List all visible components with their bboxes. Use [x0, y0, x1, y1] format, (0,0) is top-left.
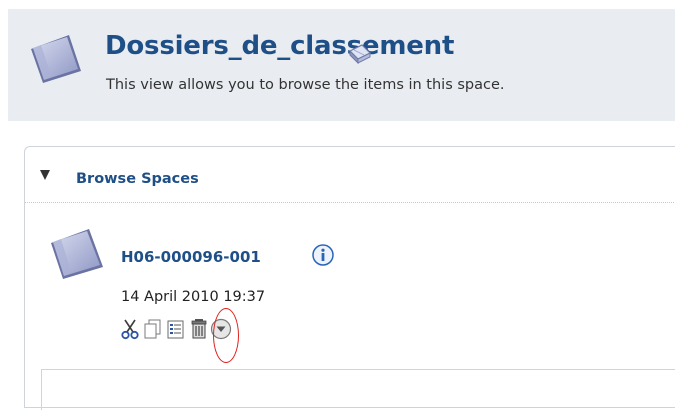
item-detail-box [41, 369, 675, 410]
folder-icon[interactable] [49, 225, 105, 281]
cut-icon[interactable] [120, 318, 140, 340]
browse-spaces-title[interactable]: Browse Spaces [76, 171, 199, 187]
triangle-down-icon[interactable] [40, 170, 50, 180]
panel-header: Browse Spaces [25, 147, 675, 203]
modified-date: 14 April 2010 19:37 [121, 289, 266, 305]
details-icon[interactable] [166, 318, 186, 340]
folder-icon [29, 31, 83, 85]
info-icon[interactable] [312, 244, 334, 266]
page-title: Dossiers_de_classement [105, 31, 455, 61]
book-icon[interactable] [346, 39, 374, 65]
copy-icon[interactable] [143, 318, 163, 340]
space-header: Dossiers_de_classement This view allows … [8, 9, 675, 121]
delete-icon[interactable] [189, 318, 209, 340]
page-subtitle: This view allows you to browse the items… [106, 77, 505, 93]
browse-spaces-panel: Browse Spaces H06-000096-001 14 April 20… [24, 146, 675, 410]
more-actions-icon[interactable] [210, 318, 232, 340]
space-name-link[interactable]: H06-000096-001 [121, 248, 261, 266]
